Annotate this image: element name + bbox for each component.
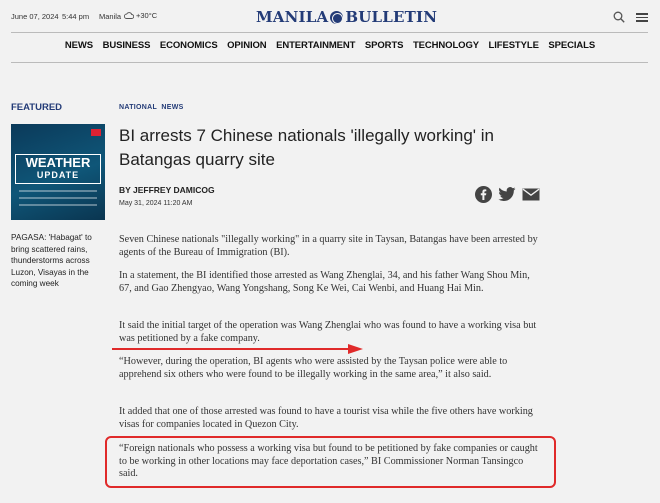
- weather-widget: +30°C: [124, 11, 157, 20]
- annotation-arrow: [112, 344, 363, 354]
- article-paragraph: It added that one of those arrested was …: [119, 406, 533, 430]
- current-time: 5:44 pm: [62, 12, 90, 21]
- nav-item-technology[interactable]: TECHNOLOGY: [413, 40, 479, 51]
- publish-date: May 31, 2024 11:20 AM: [119, 200, 193, 207]
- facebook-icon[interactable]: [475, 186, 492, 203]
- article-paragraph: “However, during the operation, BI agent…: [119, 356, 508, 380]
- globe-icon: [330, 10, 344, 24]
- annotation-highlight-box: [105, 436, 556, 488]
- menu-icon[interactable]: [636, 13, 648, 22]
- email-icon[interactable]: [522, 188, 540, 201]
- twitter-icon[interactable]: [498, 187, 516, 202]
- section-label[interactable]: NATIONAL NEWS: [119, 104, 184, 111]
- temperature: +30°C: [136, 11, 158, 20]
- featured-heading: FEATURED: [11, 102, 63, 113]
- weather-city: Manila: [99, 12, 122, 21]
- promo-subtitle: UPDATE: [36, 170, 80, 180]
- channel-badge: [91, 129, 101, 136]
- promo-decoration: [19, 190, 97, 211]
- share-buttons: [475, 186, 540, 203]
- logo-text-right: BULLETIN: [345, 8, 438, 26]
- nav-item-business[interactable]: BUSINESS: [103, 40, 151, 51]
- article-byline[interactable]: BY JEFFREY DAMICOG: [119, 185, 215, 195]
- current-date: June 07, 2024: [11, 12, 59, 21]
- top-bar: June 07, 2024 5:44 pm Manila +30°C MANIL…: [0, 0, 660, 34]
- search-icon[interactable]: [613, 11, 625, 23]
- featured-thumbnail[interactable]: WEATHER UPDATE: [11, 124, 105, 220]
- cloud-icon: [124, 12, 134, 19]
- divider: [11, 32, 648, 33]
- nav-item-news[interactable]: NEWS: [65, 40, 93, 51]
- article-paragraph: Seven Chinese nationals "illegally worki…: [119, 234, 538, 258]
- nav-item-specials[interactable]: SPECIALS: [548, 40, 595, 51]
- weather-update-title: WEATHER UPDATE: [15, 154, 101, 184]
- logo-text-left: MANILA: [256, 8, 329, 26]
- nav-item-economics[interactable]: ECONOMICS: [160, 40, 218, 51]
- article-paragraph: It said the initial target of the operat…: [119, 320, 537, 344]
- article-paragraph: In a statement, the BI identified those …: [119, 270, 530, 294]
- nav-item-opinion[interactable]: OPINION: [227, 40, 267, 51]
- featured-caption[interactable]: PAGASA: 'Habagat' to bring scattered rai…: [11, 232, 106, 290]
- nav-item-lifestyle[interactable]: LIFESTYLE: [489, 40, 539, 51]
- promo-title: WEATHER: [25, 155, 91, 170]
- site-logo[interactable]: MANILA BULLETIN: [256, 8, 437, 26]
- nav-item-entertainment[interactable]: ENTERTAINMENT: [276, 40, 355, 51]
- main-navigation: NEWS BUSINESS ECONOMICS OPINION ENTERTAI…: [0, 40, 660, 51]
- article-headline: BI arrests 7 Chinese nationals 'illegall…: [119, 126, 495, 169]
- nav-item-sports[interactable]: SPORTS: [365, 40, 404, 51]
- divider: [11, 62, 648, 63]
